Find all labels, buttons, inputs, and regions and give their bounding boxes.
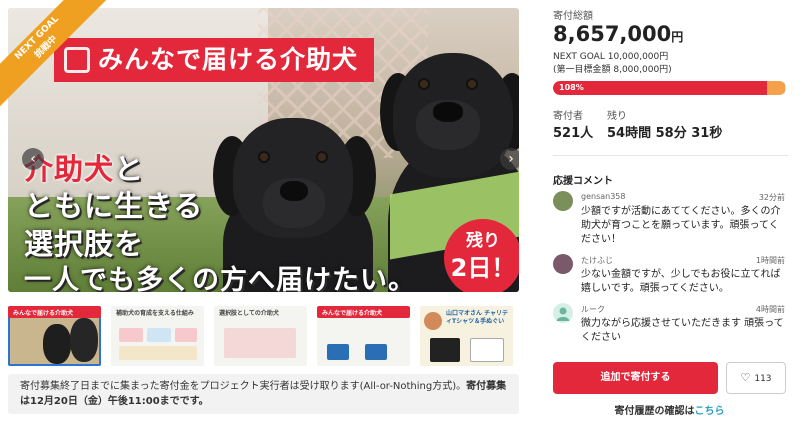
- thumb-dog: [70, 318, 98, 362]
- remaining-label: 残り: [607, 111, 627, 122]
- carousel-next-button[interactable]: ›: [500, 148, 519, 170]
- thumbnail-strip: みんなで届ける介助犬 補助犬の育成を支える仕組み 選択肢としての介助犬 みんなで…: [8, 306, 519, 366]
- avatar: [553, 303, 573, 323]
- comment-item: たけふじ 1時間前 少ない金額ですが、少しでもお役に立てれば嬉しいです。頑張って…: [553, 254, 788, 298]
- comment-item: gensan358 32分前 少額ですが活動にあててください。多くの介助犬が育つ…: [553, 191, 788, 249]
- days-left-value: 2日！: [450, 254, 516, 282]
- next-goal-text: NEXT GOAL 10,000,000円: [553, 52, 669, 62]
- heart-icon: ♡: [740, 371, 751, 384]
- like-button[interactable]: ♡ 113: [726, 362, 786, 394]
- comment-author: たけふじ: [581, 256, 613, 265]
- thumb-block: [119, 346, 197, 360]
- donation-history: 寄付履歴の確認はこちら: [553, 402, 786, 417]
- comment-body: 微力ながら応援させていただきます 頑張ってください: [581, 318, 784, 343]
- carousel-prev-button[interactable]: ‹: [22, 148, 44, 170]
- thumb-shirt: [430, 338, 460, 362]
- dog-eye: [260, 153, 268, 161]
- thumb-block: [327, 344, 349, 360]
- thumb-block: [147, 328, 171, 342]
- thumbnail-1[interactable]: みんなで届ける介助犬: [8, 306, 101, 366]
- first-goal-text: (第一目標金額 8,000,000円): [553, 65, 672, 75]
- notice-text: 寄付募集終了日までに集まった寄付金をプロジェクト実行者は受け取ります(All-o…: [20, 381, 467, 392]
- total-amount: 8,657,000円: [553, 22, 683, 46]
- progress-fill: [553, 81, 768, 95]
- currency-unit: 円: [671, 30, 684, 44]
- dog-eye: [420, 80, 428, 88]
- thumbnail-title: 補助犬の育成を支える仕組み: [116, 310, 194, 317]
- thumb-towel: [470, 338, 504, 362]
- hero-headline-line3: 選択肢を: [24, 227, 145, 261]
- thumb-avatar: [424, 312, 442, 330]
- dog-right-nose: [433, 102, 463, 122]
- days-left-badge: 残り 2日！: [444, 219, 519, 292]
- hero-headline-line2: ともに生きる: [24, 189, 204, 223]
- comment-time: 4時間前: [755, 305, 785, 314]
- thumbnail-4[interactable]: みんなで届ける介助犬: [317, 306, 410, 366]
- funding-panel: 寄付総額 8,657,000円 NEXT GOAL 10,000,000円 (第…: [553, 0, 788, 422]
- thumb-block: [119, 328, 143, 342]
- progress-percent: 108%: [559, 83, 584, 92]
- total-label: 寄付総額: [553, 11, 593, 22]
- thumbnail-5[interactable]: 山口マオさん チャリティTシャツ＆手ぬぐい: [420, 306, 513, 366]
- dog-left-nose: [280, 181, 308, 201]
- comment-author: gensan358: [581, 192, 626, 201]
- dog-eye: [468, 80, 476, 88]
- ribbon-band: NEXT GOAL 挑戦中: [0, 0, 110, 110]
- thumb-block: [175, 328, 197, 342]
- donate-again-button[interactable]: 追加で寄付する: [553, 362, 718, 394]
- history-text: 寄付履歴の確認は: [614, 406, 695, 417]
- comment-body: 少額ですが活動にあててください。多くの介助犬が育つことを願っています。頑張ってく…: [581, 206, 781, 245]
- thumb-block: [224, 328, 296, 358]
- supporters-count: 521人: [553, 126, 594, 141]
- like-count: 113: [754, 374, 772, 384]
- goal-info: NEXT GOAL 10,000,000円 (第一目標金額 8,000,000円…: [553, 51, 672, 77]
- dog-eye: [318, 153, 326, 161]
- next-goal-ribbon: NEXT GOAL 挑戦中: [0, 0, 110, 110]
- divider: [553, 155, 788, 156]
- days-left-label: 残り: [466, 231, 500, 251]
- avatar: [553, 191, 573, 211]
- thumbnail-title: 選択肢としての介助犬: [219, 310, 279, 317]
- comment-time: 32分前: [758, 193, 785, 202]
- thumbnail-title: 山口マオさん チャリティTシャツ＆手ぬぐい: [446, 310, 509, 325]
- hero-headline-line4: 一人でも多くの方へ届けたい。: [24, 265, 416, 292]
- comment-body: 少ない金額ですが、少しでもお役に立てれば嬉しいです。頑張ってください。: [581, 269, 781, 294]
- comments-title: 応援コメント: [553, 176, 613, 187]
- total-amount-value: 8,657,000: [553, 22, 672, 46]
- avatar: [553, 254, 573, 274]
- thumbnail-3[interactable]: 選択肢としての介助犬: [214, 306, 307, 366]
- progress-bar: 108%: [553, 81, 786, 95]
- thumbnail-2[interactable]: 補助犬の育成を支える仕組み: [111, 306, 204, 366]
- comment-time: 1時間前: [755, 256, 785, 265]
- thumb-dog: [43, 324, 71, 364]
- supporters-label: 寄付者: [553, 111, 583, 122]
- comment-item: ルーク 4時間前 微力ながら応援させていただきます 頑張ってください: [553, 303, 788, 347]
- thumbnail-title: みんなで届ける介助犬: [322, 310, 383, 317]
- remaining-time: 54時間 58分 31秒: [607, 126, 723, 141]
- user-icon: [556, 307, 570, 321]
- progress-overflow: [767, 81, 785, 95]
- thumbnail-title: みんなで届ける介助犬: [13, 310, 74, 317]
- hero-headline-suffix: と: [114, 152, 145, 186]
- history-link[interactable]: こちら: [695, 406, 725, 417]
- comment-author: ルーク: [581, 305, 605, 314]
- all-or-nothing-notice: 寄付募集終了日までに集まった寄付金をプロジェクト実行者は受け取ります(All-o…: [8, 374, 519, 414]
- thumb-block: [365, 344, 387, 360]
